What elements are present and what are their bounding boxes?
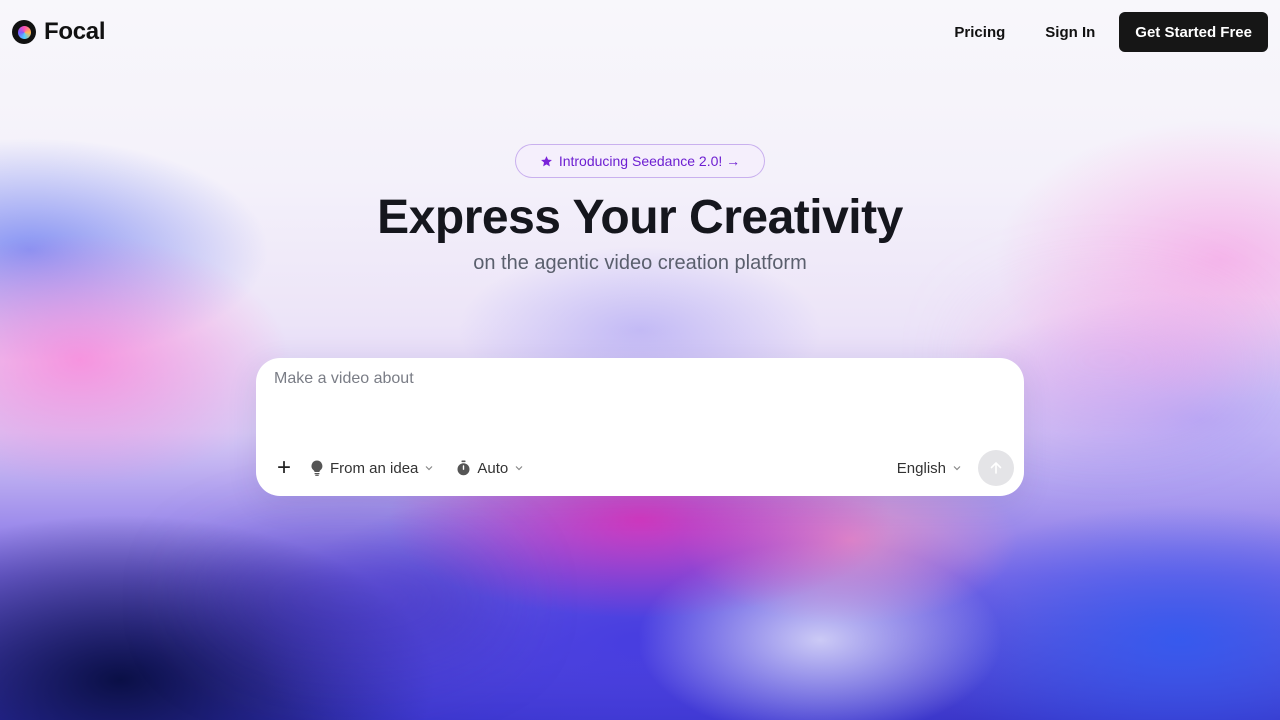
chevron-down-icon — [953, 466, 961, 471]
focal-logo-icon — [12, 20, 36, 44]
top-nav: Focal Pricing Sign In Get Started Free — [0, 0, 1280, 64]
duration-dropdown[interactable]: Auto — [456, 460, 524, 477]
chevron-down-icon — [425, 466, 433, 471]
arrow-up-icon — [990, 462, 1002, 474]
language-label: English — [896, 459, 946, 477]
language-dropdown[interactable]: English — [897, 460, 962, 477]
stopwatch-icon — [457, 460, 470, 476]
composer-toolbar: + From an idea Auto English — [272, 450, 1014, 486]
lightbulb-icon — [311, 460, 323, 476]
chevron-down-icon — [515, 466, 523, 471]
sign-in-link[interactable]: Sign In — [1025, 24, 1115, 41]
duration-label: Auto — [477, 459, 509, 477]
get-started-button[interactable]: Get Started Free — [1119, 12, 1268, 52]
plus-icon[interactable]: + — [272, 456, 296, 480]
announcement-pill[interactable]: Introducing Seedance 2.0! → — [515, 144, 765, 178]
pricing-link[interactable]: Pricing — [934, 24, 1025, 41]
prompt-composer: + From an idea Auto — [256, 358, 1024, 496]
mode-dropdown[interactable]: From an idea — [310, 460, 434, 477]
mode-label: From an idea — [330, 459, 419, 477]
send-button[interactable] — [978, 450, 1014, 486]
page-title: Express Your Creativity — [377, 191, 903, 244]
star-icon — [540, 155, 552, 166]
announcement-text: Introducing Seedance 2.0! → — [558, 153, 741, 169]
brand-name: Focal — [44, 18, 106, 45]
prompt-input[interactable] — [274, 370, 1004, 434]
brand-logo[interactable]: Focal — [12, 18, 105, 46]
page-subtitle: on the agentic video creation platform — [473, 252, 807, 274]
nav-links: Pricing Sign In Get Started Free — [934, 12, 1268, 52]
